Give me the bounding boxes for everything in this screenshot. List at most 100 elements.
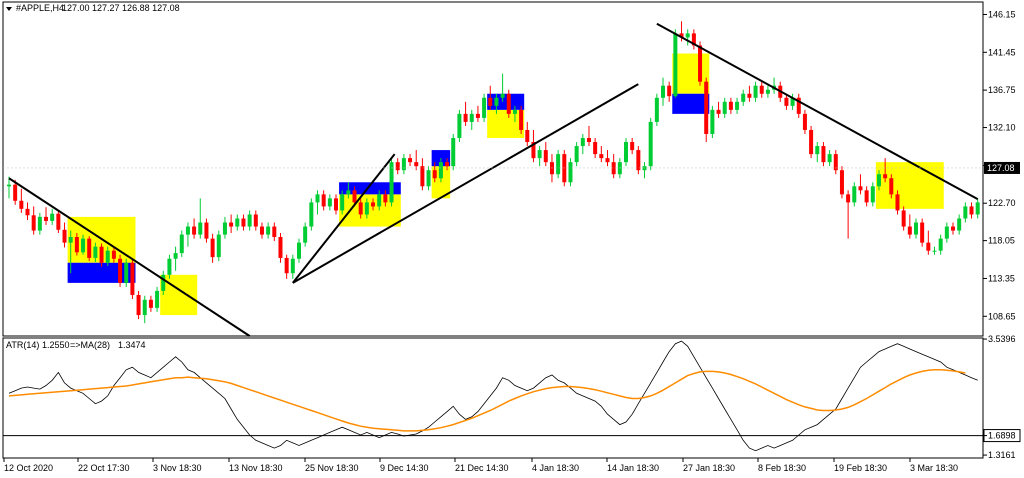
candle-body [864,190,869,203]
time-tick-label: 19 Feb 18:30 [834,463,887,473]
price-tick-label: 113.35 [988,273,1015,283]
candle-81 [506,89,511,118]
candle-body [568,162,573,183]
symbol-label: #APPLE,H4 [16,3,64,13]
candle-body [815,146,820,155]
candle-body [272,226,277,238]
candle-body [519,109,524,130]
candle-body [494,97,499,106]
candle-body [648,121,653,167]
candle-body [253,214,258,227]
candle-body [710,109,715,134]
candle-135 [839,166,844,199]
candle-body [235,218,240,227]
candle-108 [673,29,678,98]
candle-105 [654,93,659,126]
candle-body [118,258,123,283]
candle-body [290,258,295,274]
candle-77 [482,93,487,122]
candle-body [62,229,67,243]
candle-body [432,170,437,179]
candle-body [537,150,542,159]
candle-body [241,218,246,227]
candle-body [50,213,55,221]
candle-body [142,299,147,316]
candle-body [839,170,844,195]
time-tick-label: 3 Nov 18:30 [153,463,202,473]
price-tick-label: 146.15 [988,9,1016,19]
candle-body [315,194,320,203]
candle-body [741,93,746,102]
ma-value: 1.3474 [118,340,146,350]
candle-body [309,202,314,227]
candle-body [192,226,197,235]
candle-body [105,250,110,263]
candle-body [957,218,962,231]
candle-83 [519,105,524,134]
candle-body [321,194,326,207]
ohlc-label: 127.00 127.27 126.88 127.08 [62,3,180,13]
candle-body [426,170,431,187]
candle-body [56,213,61,230]
candle-19 [124,258,129,287]
candle-148 [920,218,925,247]
candle-body [809,129,814,155]
time-tick-label: 22 Oct 17:30 [78,463,130,473]
candle-body [889,178,894,195]
candle-body [266,226,271,235]
candle-body [155,290,160,308]
candle-body [340,194,345,211]
candle-body [475,113,480,118]
candle-body [907,226,912,235]
candle-body [463,113,468,122]
candle-body [198,222,203,235]
time-tick-label: 8 Feb 18:30 [758,463,806,473]
candle-104 [648,117,653,171]
candle-body [99,246,104,263]
candle-body [383,194,388,203]
candle-body [870,186,875,203]
candle-body [883,174,888,179]
candle-body [827,154,832,163]
candle-body [926,242,931,251]
candle-body [395,162,400,171]
candle-body [747,93,752,98]
candle-body [846,194,851,203]
candle-body [377,194,382,207]
candle-body [901,210,906,227]
candle-89 [556,150,561,179]
candle-62 [389,158,394,207]
time-tick-label: 27 Jan 18:30 [683,463,735,473]
candle-body [167,258,172,275]
candle-body [580,138,585,147]
candle-body [210,238,215,258]
atr-tick-label: 3.5396 [988,334,1016,344]
candle-body [821,146,826,163]
candle-body [685,33,690,38]
candle-body [31,215,36,231]
time-tick-label: 4 Jan 18:30 [532,463,579,473]
candle-body [74,237,79,253]
atr-name: ATR(14) [6,340,39,350]
candle-73 [457,109,462,143]
candle-body [25,208,30,216]
candle-body [802,113,807,130]
candle-21 [136,290,141,320]
candle-body [482,97,487,118]
candle-body [222,222,227,235]
candle-body [506,93,511,114]
candle-body [124,262,129,283]
candle-20 [130,258,135,299]
candle-body [204,222,209,239]
candle-body [19,200,24,209]
candle-body [259,226,264,235]
time-tick-label: 12 Oct 2020 [4,463,53,473]
candle-body [457,113,462,139]
candle-body [722,101,727,114]
candle-body [414,162,419,167]
zone-supply-11 [875,162,944,209]
candle-body [7,184,11,187]
time-tick-label: 13 Nov 18:30 [229,463,283,473]
candle-114 [710,105,715,139]
candle-body [371,202,376,207]
